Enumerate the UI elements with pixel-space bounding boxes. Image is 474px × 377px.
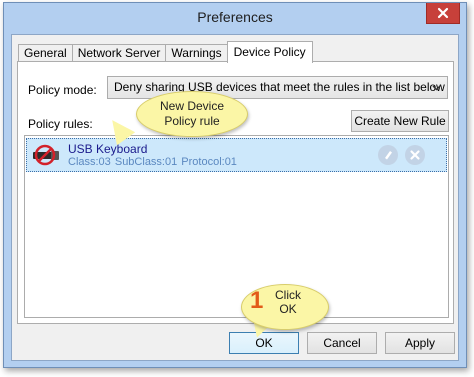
- delete-rule-button[interactable]: [405, 145, 425, 165]
- close-icon: [410, 150, 420, 160]
- policy-mode-label: Policy mode:: [28, 83, 97, 97]
- usb-device-denied-icon: [31, 143, 61, 167]
- policy-rule-row[interactable]: USB Keyboard Class:03 SubClass:01 Protoc…: [26, 138, 447, 172]
- cancel-button[interactable]: Cancel: [307, 332, 377, 354]
- tab-strip: General Network Server Warnings Device P…: [18, 41, 313, 63]
- title-bar: Preferences: [4, 3, 466, 31]
- step-number: 1: [250, 287, 264, 314]
- tab-network-server[interactable]: Network Server: [71, 44, 167, 62]
- new-rule-callout-text: New Device Policy rule: [159, 99, 225, 128]
- rule-description: Class:03 SubClass:01 Protocol:01: [68, 156, 237, 168]
- policy-rules-label: Policy rules:: [28, 117, 93, 131]
- pencil-icon: [385, 151, 392, 160]
- tab-device-policy[interactable]: Device Policy: [226, 41, 313, 63]
- ok-hint-callout-text: Click OK: [275, 288, 301, 316]
- close-icon: [437, 7, 449, 19]
- tab-general[interactable]: General: [18, 44, 73, 62]
- window-title: Preferences: [197, 9, 273, 25]
- preferences-window: Preferences General Network Server Warni…: [3, 2, 467, 368]
- policy-rules-list[interactable]: USB Keyboard Class:03 SubClass:01 Protoc…: [24, 135, 449, 318]
- apply-button[interactable]: Apply: [385, 332, 455, 354]
- tab-warnings[interactable]: Warnings: [165, 44, 228, 62]
- edit-rule-button[interactable]: [378, 145, 398, 165]
- create-new-rule-button[interactable]: Create New Rule: [351, 110, 449, 132]
- policy-mode-value: Deny sharing USB devices that meet the r…: [114, 80, 445, 94]
- rule-name: USB Keyboard: [68, 142, 148, 156]
- chevron-down-icon: [430, 77, 442, 98]
- close-button[interactable]: [426, 3, 460, 24]
- dialog-body: General Network Server Warnings Device P…: [11, 34, 459, 361]
